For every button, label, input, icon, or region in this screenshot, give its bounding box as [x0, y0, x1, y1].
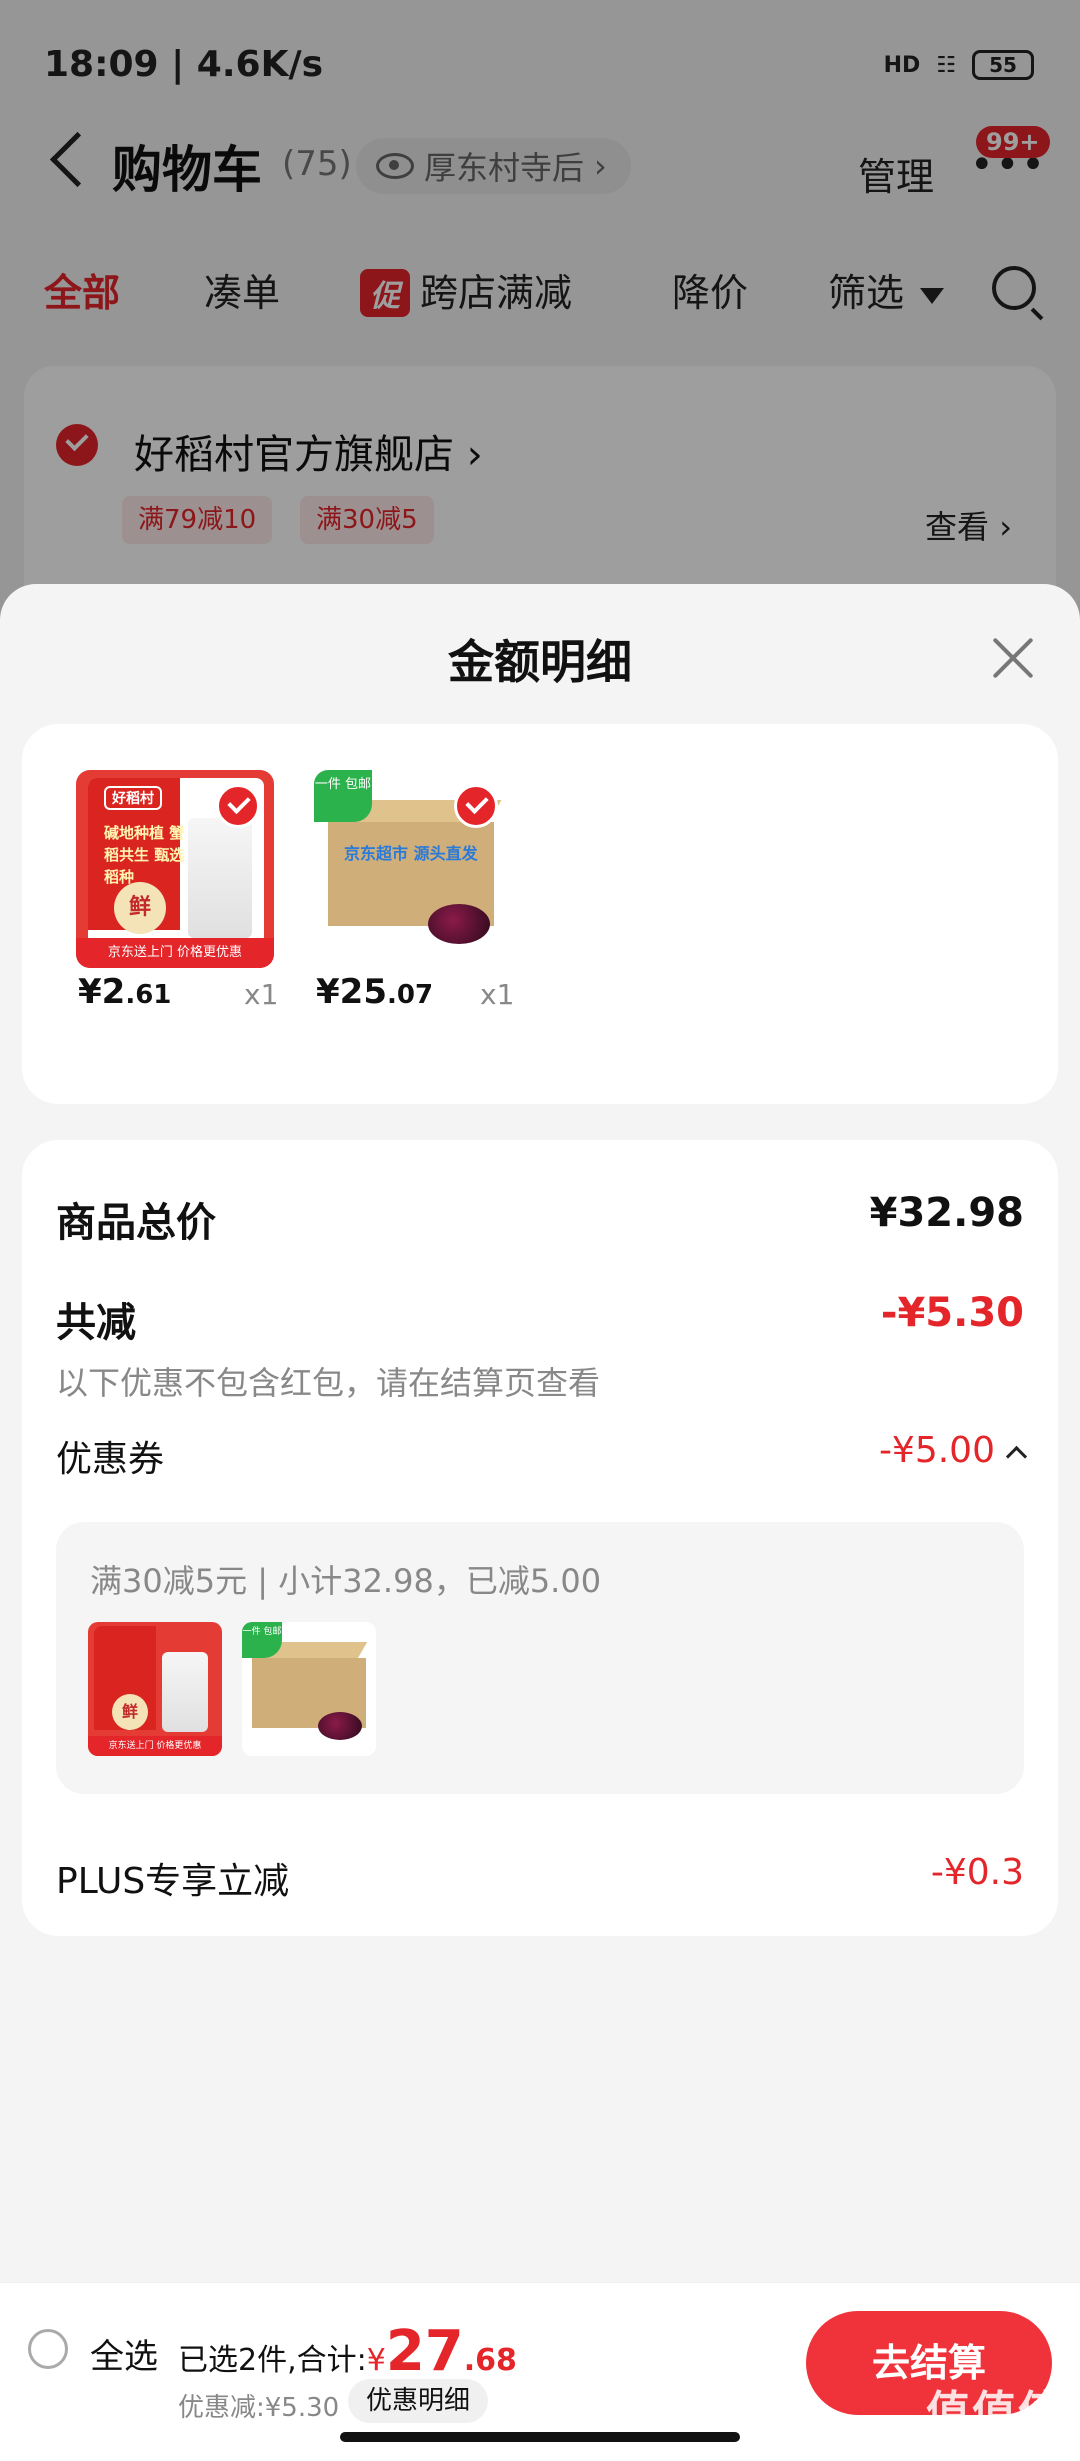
total-int: 27 — [385, 2319, 464, 2384]
free-shipping-tag: 一件 包邮 — [242, 1622, 282, 1658]
product-price: ¥2.61 — [78, 972, 171, 1012]
total-dec: .68 — [463, 2343, 517, 2378]
product-check-icon — [454, 784, 498, 828]
coupon-value: -¥5.00 — [878, 1430, 995, 1471]
saved-amount: 优惠减:¥5.30 — [178, 2393, 340, 2423]
discount-detail-button[interactable]: 优惠明细 — [348, 2379, 489, 2423]
free-shipping-tag: 一件 包邮 — [314, 770, 372, 822]
coupon-product-thumb: 鲜 京东送上门 价格更优惠 — [88, 1622, 222, 1756]
product-price: ¥25.07 — [316, 972, 433, 1012]
price-int: ¥25 — [316, 972, 387, 1012]
coupon-toggle[interactable]: -¥5.00 — [878, 1430, 1028, 1471]
product-thumbnail-box: 京东超市 源头直发 一件 包邮 — [314, 770, 512, 968]
product-check-icon — [216, 784, 260, 828]
discount-label: 共减 — [56, 1300, 136, 1346]
price-dec: .61 — [125, 980, 172, 1010]
amount-detail-sheet: 金额明细 好稻村 碱地种植 蟹稻共生 甄选稻种 鲜 京东送上门 价格更优惠 ¥2… — [0, 584, 1080, 2460]
coupon-label: 优惠券 — [56, 1439, 165, 1480]
carton-label: 京东超市 源头直发 — [344, 844, 478, 863]
home-indicator[interactable] — [340, 2432, 740, 2442]
chevron-up-icon — [1005, 1445, 1028, 1467]
coupon-description: 满30减5元 | 小计32.98，已减5.00 — [90, 1562, 602, 1600]
select-all-label[interactable]: 全选 — [90, 2329, 158, 2378]
total-currency: ¥ — [366, 2343, 386, 2378]
close-icon[interactable] — [990, 636, 1036, 682]
product-item[interactable]: 好稻村 碱地种植 蟹稻共生 甄选稻种 鲜 京东送上门 价格更优惠 — [76, 770, 276, 968]
selected-products: 好稻村 碱地种植 蟹稻共生 甄选稻种 鲜 京东送上门 价格更优惠 ¥2.61 x… — [22, 724, 1058, 1104]
rice-grain-window — [162, 1652, 208, 1732]
coupon-detail-box: 满30减5元 | 小计32.98，已减5.00 鲜 京东送上门 价格更优惠 一件… — [56, 1522, 1024, 1794]
fresh-seal: 鲜 — [114, 882, 166, 934]
coupon-product-thumb: 一件 包邮 — [242, 1622, 376, 1756]
fruit-image — [428, 904, 490, 944]
amount-breakdown: 商品总价 ¥32.98 共减 -¥5.30 以下优惠不包含红包，请在结算页查看 … — [22, 1140, 1058, 1936]
product-qty: x1 — [244, 978, 279, 1011]
plus-value: -¥0.3 — [930, 1852, 1024, 1893]
discount-note: 以下优惠不包含红包，请在结算页查看 — [56, 1364, 601, 1402]
total-label: 商品总价 — [56, 1200, 216, 1246]
rice-grain-window — [188, 818, 252, 938]
sheet-title: 金额明细 — [448, 635, 632, 689]
rice-brand-logo: 好稻村 — [104, 786, 162, 810]
select-all-radio[interactable] — [28, 2329, 68, 2369]
fresh-seal: 鲜 — [112, 1694, 148, 1730]
watermark-logo: 值值值 — [926, 2387, 1064, 2438]
fruit-image — [318, 1712, 362, 1740]
price-int: ¥2 — [78, 972, 126, 1012]
product-item[interactable]: 京东超市 源头直发 一件 包邮 — [314, 770, 514, 968]
total-value: ¥32.98 — [869, 1190, 1024, 1236]
watermark-url: zhizhizhi.com — [942, 2432, 1064, 2453]
delivery-strip: 京东送上门 价格更优惠 — [76, 938, 274, 968]
rice-slogan: 碱地种植 蟹稻共生 甄选稻种 — [104, 824, 185, 886]
selection-summary: 已选2件,合计:¥27.68 — [178, 2319, 517, 2384]
discount-value: -¥5.30 — [880, 1290, 1024, 1336]
delivery-strip: 京东送上门 价格更优惠 — [88, 1736, 222, 1756]
summary-text: 已选2件,合计: — [178, 2343, 367, 2378]
price-dec: .07 — [386, 980, 434, 1010]
plus-label: PLUS专享立减 — [56, 1861, 290, 1902]
product-qty: x1 — [480, 978, 515, 1011]
product-thumbnail-rice: 好稻村 碱地种植 蟹稻共生 甄选稻种 鲜 京东送上门 价格更优惠 — [76, 770, 274, 968]
